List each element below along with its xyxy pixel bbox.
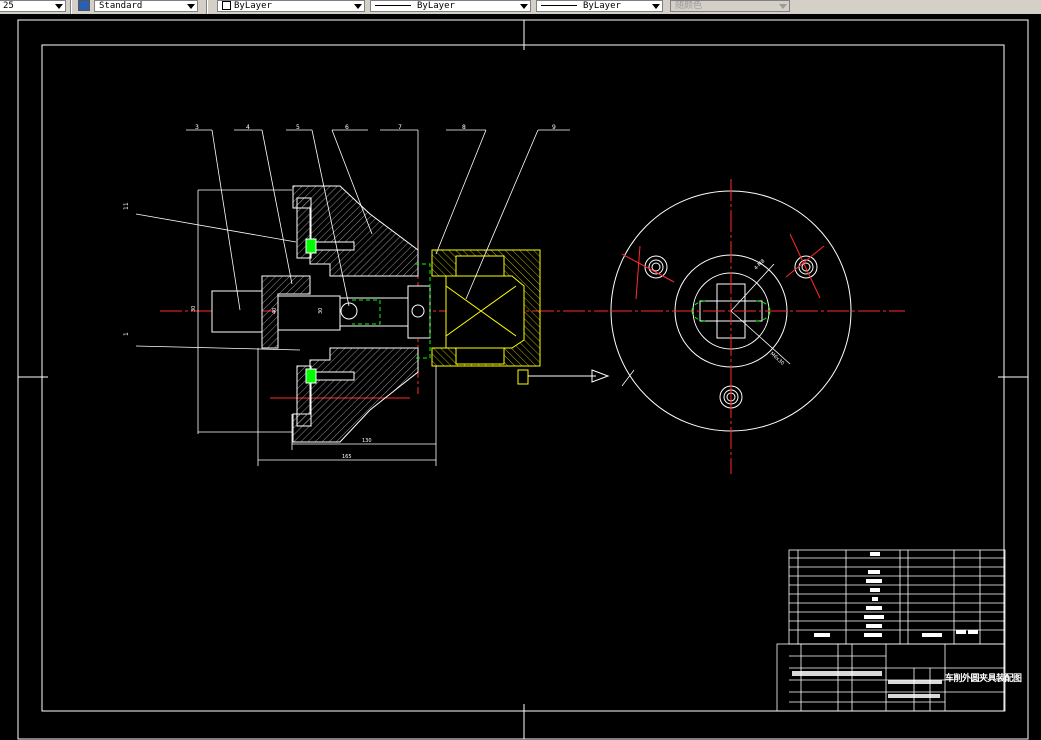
drawing-canvas[interactable]: 130 165 30 40 30 3 4 5 6 7 8 9 11 1 4-M8… <box>0 14 1041 740</box>
section-view: 130 165 30 40 30 3 4 5 6 7 8 9 11 1 <box>123 124 610 466</box>
plot-style-dropdown[interactable]: 随颜色 <box>670 0 790 12</box>
end-view-centerlines <box>610 179 905 474</box>
callout-label: 11 <box>123 202 130 210</box>
color-swatch-icon <box>222 1 231 10</box>
chevron-down-icon[interactable] <box>779 4 787 9</box>
balloon-label: 9 <box>552 124 556 131</box>
text-style-dropdown[interactable]: Standard <box>94 0 198 12</box>
chevron-down-icon[interactable] <box>354 4 362 9</box>
callout-label: 1 <box>123 332 130 336</box>
balloon-label: 6 <box>345 124 349 131</box>
separator <box>206 0 208 14</box>
dim-165: 165 <box>342 454 352 460</box>
lineweight-sample-icon <box>541 5 577 6</box>
balloon-label: 7 <box>398 124 402 131</box>
radial-dim: M6x30 <box>769 351 786 367</box>
layer-color-value: ByLayer <box>234 1 272 11</box>
balloon-label: 3 <box>195 124 199 131</box>
text-style-icon[interactable] <box>78 0 90 11</box>
chevron-down-icon[interactable] <box>520 4 528 9</box>
linetype-dropdown[interactable]: ByLayer <box>370 0 531 12</box>
text-style-value: Standard <box>99 1 143 11</box>
linetype-sample-icon <box>375 5 411 6</box>
chevron-down-icon[interactable] <box>187 4 195 9</box>
layer-color-dropdown[interactable]: ByLayer <box>217 0 365 12</box>
dim-40: 40 <box>272 308 278 314</box>
drawing-title: 车削外圆夹具装配图 <box>945 674 1022 684</box>
properties-toolbar: 25 Standard ByLayer ByLayer ByLayer 随颜色 <box>0 0 1041 14</box>
chevron-down-icon[interactable] <box>55 4 63 9</box>
plot-style-value: 随颜色 <box>675 1 703 11</box>
dim-30: 30 <box>191 306 197 312</box>
linetype-value: ByLayer <box>417 1 455 11</box>
lineweight-dropdown[interactable]: ByLayer <box>536 0 663 12</box>
separator <box>70 0 72 14</box>
lineweight-value: ByLayer <box>583 1 621 11</box>
balloon-label: 8 <box>462 124 466 131</box>
dim-30b: 30 <box>318 308 324 314</box>
balloon-label: 5 <box>296 124 300 131</box>
balloon-label: 4 <box>246 124 250 131</box>
scale-value: 25 <box>3 1 14 11</box>
chevron-down-icon[interactable] <box>652 4 660 9</box>
dim-130: 130 <box>362 438 372 444</box>
scale-dropdown[interactable]: 25 <box>0 0 66 12</box>
